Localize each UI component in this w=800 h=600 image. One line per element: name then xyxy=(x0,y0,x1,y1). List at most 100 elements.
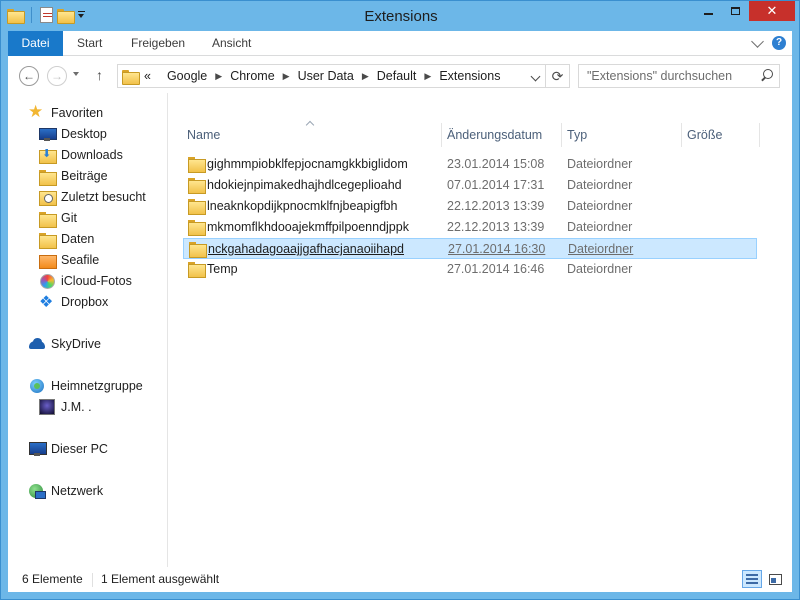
nav-item-label: SkyDrive xyxy=(51,337,102,351)
nav-item-seafile[interactable]: Seafile xyxy=(39,250,99,270)
item-count: 6 Elemente xyxy=(22,572,83,586)
nav-item-label: Dieser PC xyxy=(51,442,108,456)
nav-item-label: Desktop xyxy=(61,127,107,141)
nav-item-zuletzt-besucht[interactable]: Zuletzt besucht xyxy=(39,187,146,207)
file-name: lneaknkopdijkpnocmklfnjbeapigfbh xyxy=(207,199,398,213)
column-divider[interactable] xyxy=(441,123,442,147)
forward-button[interactable]: → xyxy=(47,66,67,86)
breadcrumb-separator-icon[interactable]: ▶ xyxy=(283,71,290,82)
file-date: 22.12.2013 13:39 xyxy=(447,220,545,234)
file-name: nckgahadagoaajjgafhacjanaoiihapd xyxy=(208,242,405,256)
breadcrumb-google[interactable]: Google xyxy=(167,69,207,83)
file-row[interactable]: lneaknkopdijkpnocmklfnjbeapigfbh 22.12.2… xyxy=(183,196,757,217)
folder-icon xyxy=(188,178,206,194)
search-icon[interactable] xyxy=(760,69,773,82)
tab-ansicht[interactable]: Ansicht xyxy=(198,31,265,56)
file-name: Temp xyxy=(207,262,238,276)
nav-item-label: Seafile xyxy=(61,253,100,267)
file-row[interactable]: gighmmpiobklfepjocnamgkkbiglidom 23.01.2… xyxy=(183,154,757,175)
folder-icon xyxy=(122,69,140,85)
nav-item-downloads[interactable]: Downloads xyxy=(39,145,123,165)
large-icons-view-button[interactable] xyxy=(765,570,785,588)
column-header-size[interactable]: Größe xyxy=(683,123,759,147)
nav-item-netzwerk[interactable]: Netzwerk xyxy=(29,481,103,501)
file-name: mkmomflkhdooajekmffpilpoenndjppk xyxy=(207,220,409,234)
nav-item-heimnetzgruppe[interactable]: Heimnetzgruppe xyxy=(29,376,143,396)
back-button[interactable]: ← xyxy=(19,66,39,86)
breadcrumb-separator-icon[interactable]: ▶ xyxy=(424,71,431,82)
close-icon: ✕ xyxy=(766,3,778,18)
tab-start[interactable]: Start xyxy=(63,31,116,56)
details-view-icon xyxy=(746,574,758,584)
file-row[interactable]: hdokiejnpimakedhajhdlcegeplioahd 07.01.2… xyxy=(183,175,757,196)
file-date: 22.12.2013 13:39 xyxy=(447,199,545,213)
minimize-icon xyxy=(704,13,713,15)
ribbon-controls: ? xyxy=(751,34,786,50)
skydrive-icon xyxy=(29,336,45,352)
folder-icon xyxy=(39,210,57,228)
refresh-button[interactable]: ⟳ xyxy=(545,65,569,87)
column-divider[interactable] xyxy=(681,123,682,147)
window-title: Extensions xyxy=(364,8,438,25)
file-date: 23.01.2014 15:08 xyxy=(447,157,545,171)
address-dropdown-icon[interactable] xyxy=(530,71,541,82)
tab-datei[interactable]: Datei xyxy=(8,31,63,56)
breadcrumb-default[interactable]: Default xyxy=(377,69,417,83)
recent-places-icon xyxy=(39,189,57,206)
search-box[interactable]: "Extensions" durchsuchen xyxy=(578,64,780,88)
details-view-button[interactable] xyxy=(742,570,762,588)
nav-item-daten[interactable]: Daten xyxy=(39,229,94,249)
nav-item-desktop[interactable]: Desktop xyxy=(39,124,107,144)
nav-item-beitraege[interactable]: Beiträge xyxy=(39,166,108,186)
nav-item-git[interactable]: Git xyxy=(39,208,77,228)
nav-item-favoriten[interactable]: Favoriten xyxy=(28,102,103,123)
minimize-button[interactable] xyxy=(695,1,722,21)
recent-locations-icon[interactable] xyxy=(73,72,79,76)
nav-item-label: Daten xyxy=(61,232,95,246)
maximize-button[interactable] xyxy=(722,1,749,21)
nav-item-label: Git xyxy=(61,211,77,225)
folder-icon xyxy=(39,231,57,249)
downloads-folder-icon xyxy=(39,147,57,164)
column-header-name[interactable]: Name xyxy=(183,123,439,147)
breadcrumb-extensions[interactable]: Extensions xyxy=(439,69,500,83)
breadcrumb-separator-icon[interactable]: ▶ xyxy=(215,71,222,82)
search-input[interactable]: "Extensions" durchsuchen xyxy=(587,69,732,83)
file-type: Dateiordner xyxy=(567,199,633,213)
address-bar[interactable]: « Google ▶ Chrome ▶ User Data ▶ Default … xyxy=(117,64,570,88)
file-name: hdokiejnpimakedhajhdlcegeplioahd xyxy=(207,178,402,192)
file-type: Dateiordner xyxy=(567,220,633,234)
breadcrumb-overflow[interactable]: « xyxy=(144,69,151,83)
nav-item-icloud-fotos[interactable]: iCloud-Fotos xyxy=(39,271,132,291)
column-divider[interactable] xyxy=(561,123,562,147)
folder-icon xyxy=(188,220,206,236)
column-divider[interactable] xyxy=(759,123,760,147)
expand-ribbon-icon[interactable] xyxy=(751,34,764,48)
nav-item-dieser-pc[interactable]: Dieser PC xyxy=(29,439,108,459)
file-row[interactable]: mkmomflkhdooajekmffpilpoenndjppk 22.12.2… xyxy=(183,217,757,238)
icloud-photos-icon xyxy=(39,273,55,289)
ribbon: Datei Start Freigeben Ansicht ? xyxy=(8,31,792,56)
file-row[interactable]: Temp 27.01.2014 16:46 Dateiordner xyxy=(183,259,757,280)
breadcrumb-user-data[interactable]: User Data xyxy=(298,69,354,83)
file-type: Dateiordner xyxy=(568,242,634,256)
network-icon xyxy=(29,483,46,499)
breadcrumb-separator-icon[interactable]: ▶ xyxy=(362,71,369,82)
nav-item-dropbox[interactable]: Dropbox xyxy=(39,292,108,312)
back-arrow-icon: ← xyxy=(23,69,35,83)
nav-item-homegroup-user[interactable]: J.M. . xyxy=(39,397,92,417)
up-button[interactable]: ↑ xyxy=(96,67,103,83)
help-icon[interactable]: ? xyxy=(772,36,786,50)
tab-freigeben[interactable]: Freigeben xyxy=(117,31,199,56)
column-header-date[interactable]: Änderungsdatum xyxy=(443,123,561,147)
nav-item-label: J.M. . xyxy=(61,400,92,414)
column-header-type[interactable]: Typ xyxy=(563,123,679,147)
file-row-selected[interactable]: nckgahadagoaajjgafhacjanaoiihapd 27.01.2… xyxy=(183,238,757,259)
nav-item-skydrive[interactable]: SkyDrive xyxy=(29,334,101,354)
title-bar: Extensions ✕ xyxy=(1,1,800,31)
close-button[interactable]: ✕ xyxy=(749,1,795,21)
breadcrumb-chrome[interactable]: Chrome xyxy=(230,69,274,83)
folder-icon xyxy=(188,262,206,278)
file-list: Name Änderungsdatum Typ Größe gighmmpiob… xyxy=(169,93,792,567)
nav-item-label: Zuletzt besucht xyxy=(61,190,146,204)
